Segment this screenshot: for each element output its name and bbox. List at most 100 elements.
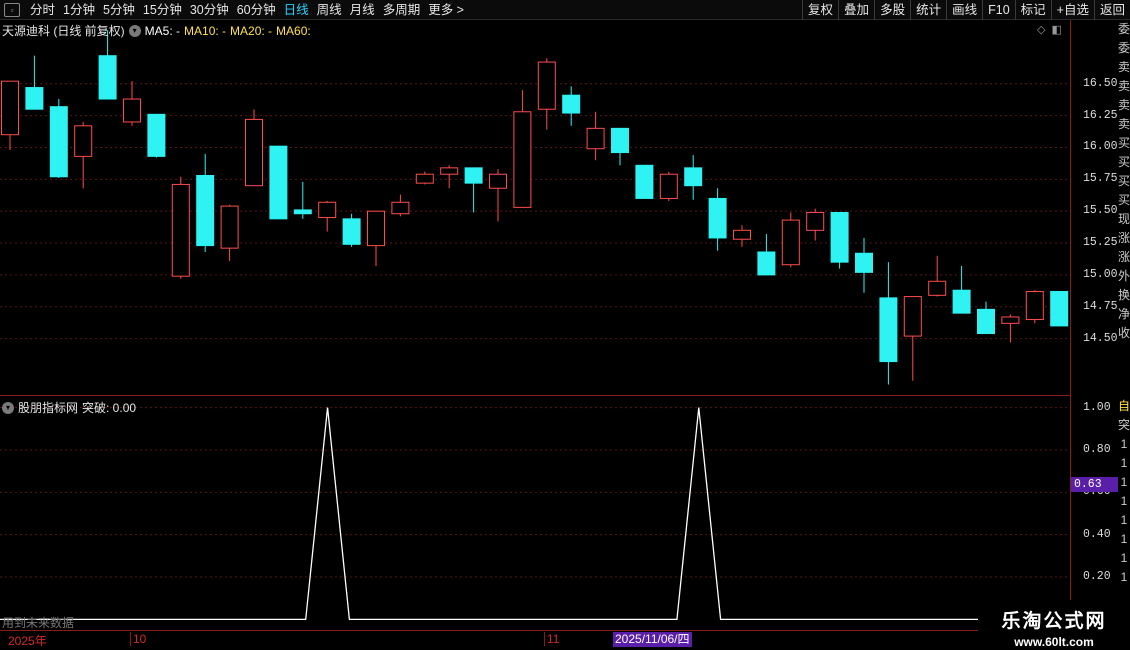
side-strip-char: 卖	[1118, 98, 1130, 112]
toolbar-action-button[interactable]: 画线	[946, 0, 982, 20]
restore-icon[interactable]: ◧	[1051, 23, 1061, 36]
period-tab[interactable]: 周线	[313, 0, 346, 20]
indicator-tick-label: 0.20	[1083, 570, 1111, 584]
candle-body	[1, 80, 19, 136]
indicator-name[interactable]: 股朋指标网	[18, 399, 78, 416]
period-tab[interactable]: 多周期	[379, 0, 425, 20]
toolbar-action-button[interactable]: 标记	[1014, 0, 1051, 20]
period-tab[interactable]: 60分钟	[233, 0, 280, 20]
candle-body	[977, 308, 995, 335]
price-tick-label: 15.00	[1083, 267, 1118, 281]
side-strip-char: 委	[1118, 41, 1130, 55]
candle-body	[537, 61, 556, 110]
date-separator	[544, 632, 545, 646]
price-tick-label: 15.50	[1083, 204, 1118, 218]
candle-body	[806, 211, 825, 231]
side-strip-char: 1	[1120, 513, 1128, 527]
candle-body	[245, 118, 263, 187]
indicator-tick-label: 1.00	[1083, 400, 1111, 414]
candle-body	[781, 219, 800, 266]
candle-body	[1001, 316, 1020, 324]
period-tab[interactable]: 更多 >	[424, 0, 468, 20]
side-strip-char: 买	[1118, 136, 1130, 150]
candle-body	[708, 197, 727, 239]
toolbar-action-button[interactable]: 统计	[910, 0, 946, 20]
period-tab[interactable]: 分时	[26, 0, 59, 20]
candle-body	[733, 229, 751, 240]
price-tick-label: 15.25	[1083, 236, 1118, 250]
year-label: 2025年	[8, 634, 47, 648]
candle-body	[318, 201, 337, 219]
side-strip-char: 净	[1118, 307, 1130, 321]
candle-body	[269, 145, 288, 220]
stock-title[interactable]: 天源迪科 (日线 前复权)	[2, 22, 125, 39]
candle-body	[635, 164, 654, 199]
side-strip-char: 买	[1118, 155, 1130, 169]
panel-corner-icons: ◇ ◧	[1037, 23, 1062, 36]
candle-body	[489, 173, 507, 189]
side-strip-char: 1	[1120, 456, 1128, 470]
side-strip-char: 外	[1118, 269, 1130, 283]
toolbar-action-button[interactable]: 叠加	[838, 0, 874, 20]
chevron-down-icon[interactable]: ▾	[128, 24, 141, 37]
candle-body	[415, 173, 434, 184]
candle-body	[25, 87, 44, 110]
period-tab[interactable]: 15分钟	[139, 0, 186, 20]
side-strip-char: 卖	[1118, 60, 1130, 74]
indicator-panel[interactable]: ▾ 股朋指标网 突破: 0.00	[0, 397, 1070, 630]
price-tick-label: 16.25	[1083, 108, 1118, 122]
action-buttons: 复权 叠加 多股 统计 画线 F10 标记 +自选 返回	[802, 0, 1130, 20]
toolbar-action-button[interactable]: F10	[982, 0, 1015, 20]
site-logo: 乐淘公式网 www.60lt.com	[978, 600, 1130, 650]
kline-panel[interactable]: 天源迪科 (日线 前复权) ▾ MA5: - MA10: - MA20: - M…	[0, 20, 1070, 396]
candle-body	[1025, 290, 1044, 321]
candle-body	[684, 167, 703, 187]
period-tab[interactable]: 1分钟	[59, 0, 99, 20]
axis-divider	[1070, 20, 1071, 630]
candle-body	[123, 98, 141, 123]
indicator-chart[interactable]	[0, 397, 1070, 630]
period-tab[interactable]: 30分钟	[186, 0, 233, 20]
side-strip-char: 自	[1118, 399, 1130, 413]
candle-body	[220, 205, 239, 249]
indicator-tick-label: 0.40	[1083, 527, 1111, 541]
side-strip-char: 涨	[1118, 231, 1130, 245]
indicator-tick-label: 0.80	[1083, 442, 1111, 456]
candle-body	[586, 127, 605, 150]
chevron-down-icon[interactable]: ▾	[2, 401, 14, 414]
kline-chart[interactable]	[0, 20, 1070, 396]
date-separator	[130, 632, 131, 646]
panel-toggle-icon[interactable]: ▫	[4, 3, 20, 17]
candle-body	[1050, 290, 1069, 327]
side-strip-char: 换	[1118, 288, 1130, 302]
period-tab[interactable]: 月线	[346, 0, 379, 20]
toolbar-action-button[interactable]: +自选	[1050, 0, 1094, 20]
month-label-nov: 11	[547, 632, 560, 646]
price-tick-label: 16.50	[1083, 76, 1118, 90]
toolbar-action-button[interactable]: 复权	[802, 0, 838, 20]
candle-body	[74, 125, 93, 157]
quote-side-strip[interactable]: 委委卖卖卖卖买买买买现涨涨外换净收自突11111111	[1118, 20, 1130, 630]
candle-body	[903, 296, 922, 337]
period-tab[interactable]: 日线	[280, 0, 313, 20]
candle-body	[757, 251, 776, 276]
ma5-label: MA5: -	[144, 23, 181, 38]
side-strip-char: 1	[1120, 570, 1128, 584]
candle-body	[391, 201, 410, 215]
toolbar-action-button[interactable]: 返回	[1093, 0, 1130, 20]
period-tabs: ▫ 分时 1分钟 5分钟 15分钟 30分钟 60分钟 日线 周线 月线 多周期 更多 >	[0, 0, 468, 20]
toolbar-action-button[interactable]: 多股	[874, 0, 910, 20]
logo-url: www.60lt.com	[1014, 635, 1094, 649]
diamond-icon[interactable]: ◇	[1037, 23, 1045, 36]
breakout-series-line	[0, 407, 1070, 621]
side-strip-char: 1	[1120, 437, 1128, 451]
candle-body	[611, 127, 629, 154]
side-strip-char: 1	[1120, 475, 1128, 489]
side-strip-char: 卖	[1118, 79, 1130, 93]
price-tick-label: 14.50	[1083, 331, 1118, 345]
side-strip-char: 突	[1118, 418, 1130, 432]
candle-body	[513, 111, 532, 208]
period-tab[interactable]: 5分钟	[99, 0, 139, 20]
cursor-value-tag: 0.63	[1071, 477, 1118, 492]
candle-body	[464, 167, 483, 184]
